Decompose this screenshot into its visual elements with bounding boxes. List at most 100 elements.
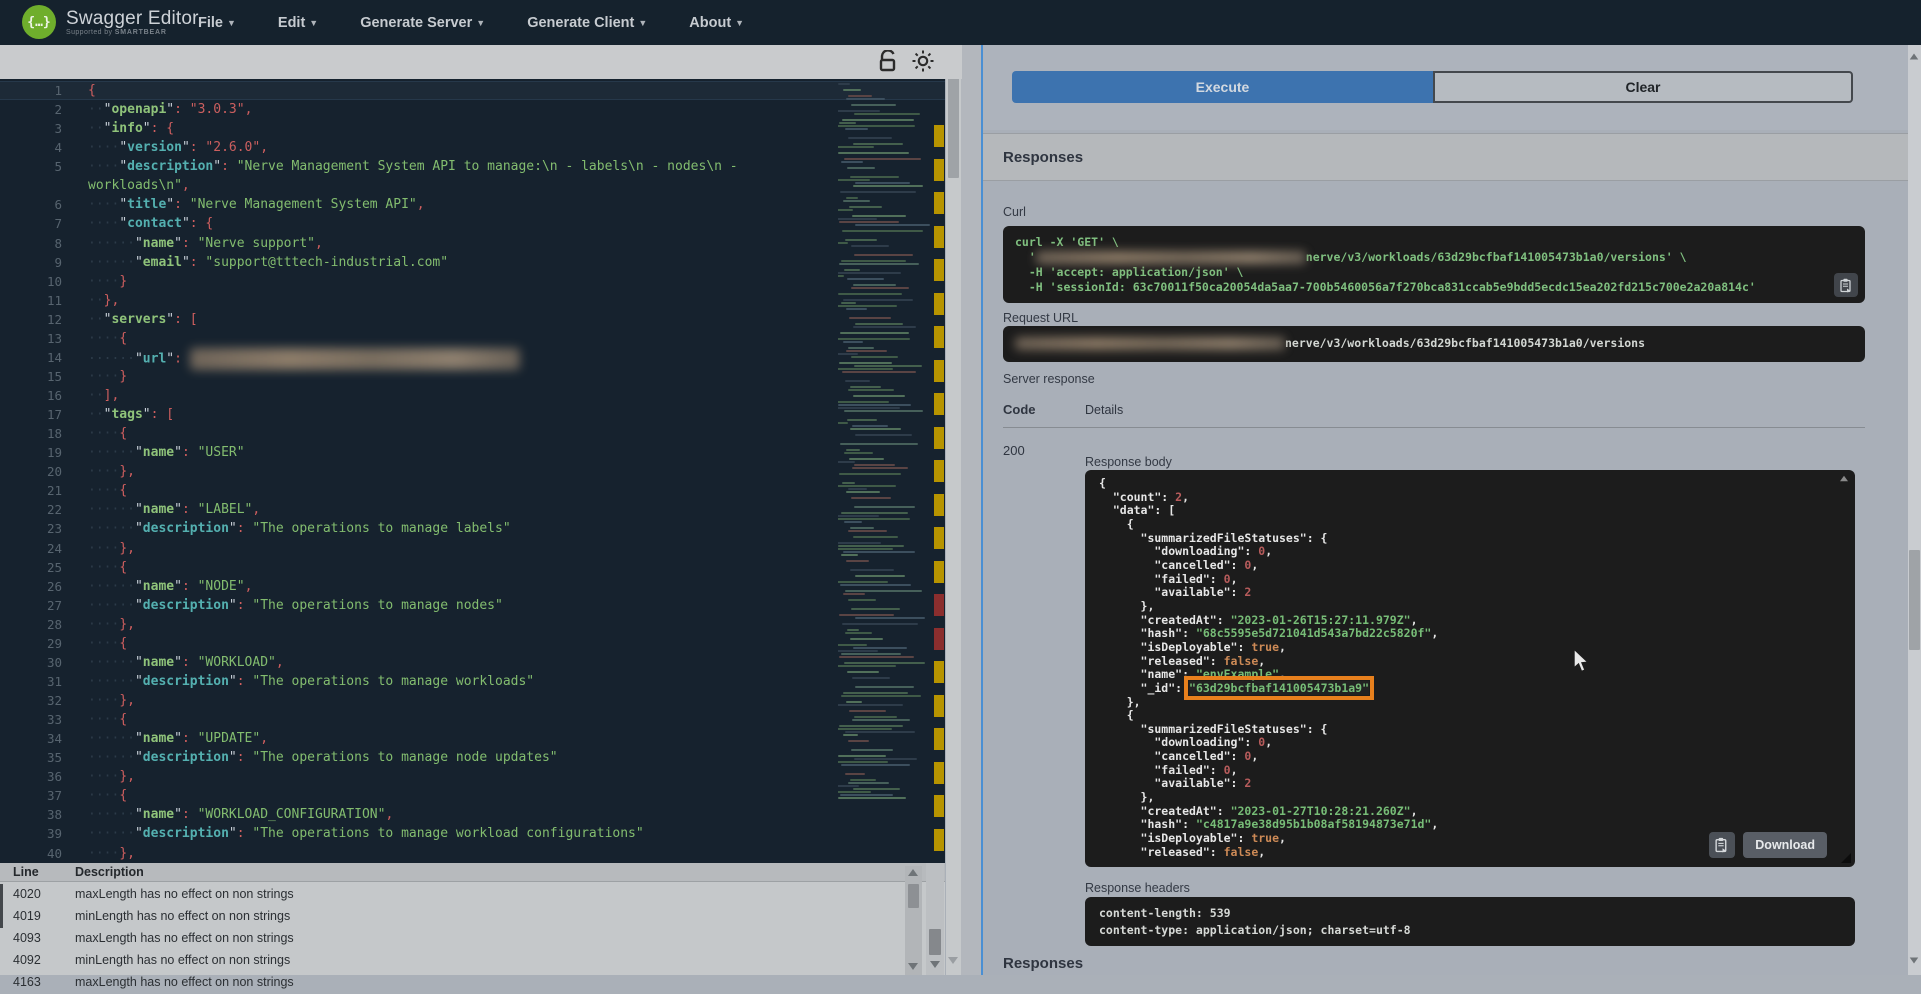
response-scroll-up-icon[interactable] (1840, 476, 1848, 482)
response-json-line: "hash": "c4817a9e38d95b1b08af58194873e71… (1099, 818, 1855, 832)
editor-inner-scrollbar[interactable] (926, 863, 944, 975)
line-number: 27 (0, 596, 62, 615)
responses-bottom-title: Responses (1003, 955, 1083, 972)
redacted-host (1015, 337, 1285, 350)
line-number: 37 (0, 786, 62, 805)
response-body-label: Response body (1085, 455, 1172, 469)
warning-marker[interactable] (934, 192, 944, 214)
response-json-line: }, (1099, 696, 1855, 710)
code-line: ····}, (88, 844, 835, 863)
chevron-down-icon: ▼ (476, 18, 485, 28)
warning-marker[interactable] (934, 293, 944, 315)
resize-grip[interactable] (1841, 853, 1851, 863)
line-number: 19 (0, 443, 62, 462)
response-json-line: "cancelled": 0, (1099, 750, 1855, 764)
warning-marker[interactable] (934, 829, 944, 851)
error-line-number: 4092 (13, 953, 41, 967)
warning-marker[interactable] (934, 561, 944, 583)
warning-marker[interactable] (934, 460, 944, 482)
code-line: ····"version": "2.6.0", (88, 138, 835, 157)
warning-marker[interactable] (934, 159, 944, 181)
line-number: 22 (0, 500, 62, 519)
validation-row[interactable]: 4163maxLength has no effect on non strin… (0, 972, 900, 994)
validation-row[interactable]: 4020maxLength has no effect on non strin… (0, 884, 900, 906)
response-body-block[interactable]: { "count": 2, "data": [ { "summarizedFil… (1085, 470, 1855, 867)
response-json-line: "available": 2 (1099, 586, 1855, 600)
code-column-header: Code (1003, 402, 1036, 417)
line-number: 6 (0, 195, 62, 214)
validation-row[interactable]: 4092 minLength has no effect on non strin… (0, 950, 900, 972)
error-description: maxLength has no effect on non strings (75, 931, 294, 945)
error-line-number: 4093 (13, 931, 41, 945)
code-line: ····{ (88, 710, 835, 729)
warning-marker[interactable] (934, 795, 944, 817)
editor-minimap[interactable] (838, 83, 930, 859)
responses-title: Responses (1003, 149, 1083, 166)
warning-marker[interactable] (934, 695, 944, 717)
response-json-line: "downloading": 0, (1099, 736, 1855, 750)
execute-button[interactable]: Execute (1012, 71, 1433, 103)
error-description: minLength has no effect on non strings (75, 909, 290, 923)
validation-row[interactable]: 4019minLength has no effect on non strin… (0, 906, 900, 928)
left-pane-scrollbar[interactable] (946, 45, 961, 975)
copy-curl-button[interactable] (1834, 273, 1858, 297)
line-number: 18 (0, 424, 62, 443)
error-description: minLength has no effect on non strings (75, 953, 290, 967)
code-line: ····{ (88, 481, 835, 500)
code-line: ··], (88, 386, 835, 405)
menu-generate-client[interactable]: Generate Client▼ (527, 15, 647, 31)
curl-label: Curl (1003, 205, 1026, 219)
line-number: 33 (0, 710, 62, 729)
menu-about[interactable]: About▼ (689, 15, 744, 31)
line-number: 28 (0, 615, 62, 634)
page-scrollbar[interactable] (1908, 45, 1921, 975)
brightness-icon[interactable] (912, 50, 934, 77)
warning-marker[interactable] (934, 226, 944, 248)
error-list-scrollbar[interactable] (905, 866, 922, 975)
clear-button[interactable]: Clear (1433, 71, 1853, 103)
line-number: 15 (0, 367, 62, 386)
code-line: ····"contact": { (88, 214, 835, 233)
warning-marker[interactable] (934, 762, 944, 784)
warning-marker[interactable] (934, 393, 944, 415)
redacted-url (190, 348, 520, 370)
menu-file[interactable]: File▼ (198, 15, 236, 31)
unlock-icon[interactable] (878, 50, 898, 77)
warning-marker[interactable] (934, 427, 944, 449)
code-editor[interactable]: 1234567891011121314151617181920212223242… (0, 79, 945, 863)
response-json-line: "cancelled": 0, (1099, 559, 1855, 573)
warning-marker[interactable] (934, 259, 944, 281)
response-json-line: "downloading": 0, (1099, 545, 1855, 559)
line-number: 16 (0, 386, 62, 405)
validation-row[interactable]: 4093 maxLength has no effect on non strin… (0, 928, 900, 950)
app-logo[interactable]: {…} Swagger Editor. Supported by SMARTBE… (22, 5, 203, 39)
warning-marker[interactable] (934, 360, 944, 382)
editor-toolbar-strip (0, 45, 962, 79)
error-marker[interactable] (934, 594, 944, 616)
line-number: 3 (0, 119, 62, 138)
copy-response-button[interactable] (1709, 832, 1735, 858)
split-gutter[interactable] (961, 45, 981, 975)
code-line: ··}, (88, 291, 835, 310)
response-json-line: { (1099, 477, 1855, 491)
download-button[interactable]: Download (1743, 832, 1827, 858)
code-line: ····}, (88, 615, 835, 634)
swagger-ui-panel: Execute Clear Responses Curl curl -X 'GE… (983, 45, 1908, 975)
menu-edit[interactable]: Edit▼ (278, 15, 318, 31)
curl-block[interactable]: curl -X 'GET' \ 'nerve/v3/workloads/63d2… (1003, 226, 1865, 303)
warning-marker[interactable] (934, 494, 944, 516)
warning-marker[interactable] (934, 728, 944, 750)
warning-marker[interactable] (934, 125, 944, 147)
warning-marker[interactable] (934, 527, 944, 549)
menu-generate-server[interactable]: Generate Server▼ (360, 15, 485, 31)
curl-line: -H 'sessionId: 63c70011f50ca20054da5aa7-… (1015, 280, 1853, 295)
warning-marker[interactable] (934, 326, 944, 348)
line-number: 38 (0, 805, 62, 824)
response-json-line: "released": false, (1099, 846, 1855, 860)
chevron-down-icon: ▼ (638, 18, 647, 28)
code-line: ··"tags": [ (88, 405, 835, 424)
warning-marker[interactable] (934, 661, 944, 683)
response-header-line: content-type: application/json; charset=… (1099, 922, 1841, 939)
error-marker[interactable] (934, 628, 944, 650)
code-line: ······"name": "WORKLOAD_CONFIGURATION", (88, 805, 835, 824)
